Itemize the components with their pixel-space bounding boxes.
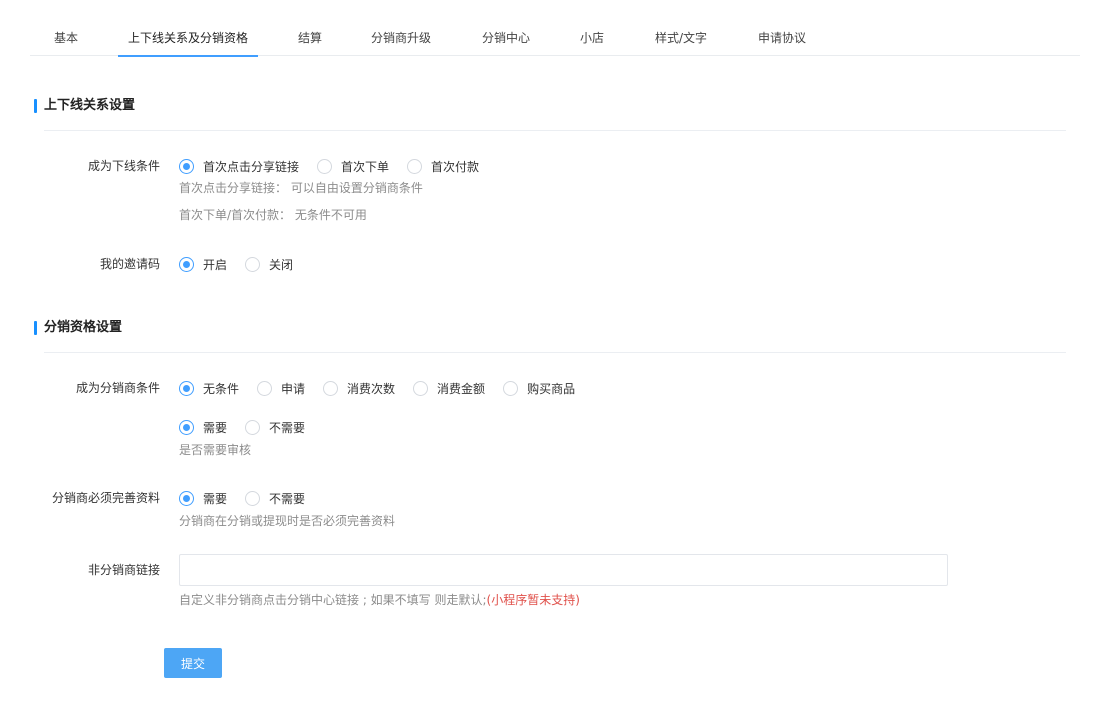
radio-label: 无条件 [203, 381, 240, 396]
submit-button[interactable]: 提交 [164, 648, 222, 678]
tab-settlement[interactable]: 结算 [298, 20, 322, 56]
complete-profile-label: 分销商必须完善资料 [51, 491, 160, 505]
radio-circle-icon [179, 380, 194, 396]
radio-no-condition[interactable]: 无条件 [179, 380, 239, 397]
radio-circle-icon [179, 419, 194, 435]
radio-buy-product[interactable]: 购买商品 [503, 380, 575, 397]
tab-bar: 基本 上下线关系及分销资格 结算 分销商升级 分销中心 小店 样式/文字 申请协… [30, 20, 1080, 57]
radio-circle-icon [179, 158, 194, 174]
radio-circle-icon [317, 158, 333, 174]
complete-profile-radio-group: 需要 不需要 [179, 489, 323, 507]
radio-circle-icon [413, 380, 429, 396]
divider [44, 352, 1066, 353]
distributor-condition-label: 成为分销商条件 [75, 381, 160, 395]
radio-label: 申请 [281, 381, 306, 396]
radio-circle-icon [407, 158, 423, 174]
radio-apply[interactable]: 申请 [257, 380, 305, 397]
section-marker [34, 321, 37, 335]
radio-label: 首次下单 [341, 159, 390, 174]
radio-circle-icon [179, 256, 194, 272]
invite-code-radio-group: 开启 关闭 [179, 255, 311, 273]
tab-distributor-upgrade[interactable]: 分销商升级 [371, 20, 431, 56]
radio-circle-icon [179, 490, 194, 506]
radio-label: 不需要 [269, 420, 306, 435]
downline-help-1: 首次点击分享链接： 可以自由设置分销商条件 [179, 181, 423, 195]
radio-first-click-share[interactable]: 首次点击分享链接 [179, 158, 299, 175]
radio-label: 首次点击分享链接 [203, 159, 300, 174]
tab-relation-qualification[interactable]: 上下线关系及分销资格 [118, 20, 258, 57]
section-title-qualification: 分销资格设置 [34, 319, 122, 337]
radio-label: 需要 [203, 491, 228, 506]
radio-circle-icon [323, 380, 339, 396]
section-title-relation: 上下线关系设置 [34, 97, 135, 115]
radio-profile-required[interactable]: 需要 [179, 490, 227, 507]
help-text: 自定义非分销商点击分销中心链接 ; 如果不填写 则走默认; [179, 593, 487, 607]
non-distributor-link-help: 自定义非分销商点击分销中心链接 ; 如果不填写 则走默认;(小程序暂未支持) [179, 592, 580, 608]
help-warning-text: (小程序暂未支持) [486, 593, 580, 607]
radio-label: 需要 [203, 420, 228, 435]
radio-invite-on[interactable]: 开启 [179, 256, 227, 273]
radio-circle-icon [503, 380, 519, 396]
radio-circle-icon [257, 380, 273, 396]
radio-label: 不需要 [269, 491, 306, 506]
downline-help-2: 首次下单/首次付款： 无条件不可用 [179, 208, 367, 222]
tab-shop[interactable]: 小店 [580, 20, 604, 56]
radio-label: 首次付款 [431, 159, 480, 174]
distributor-condition-radio-group: 无条件 申请 消费次数 消费金额 购买商品 [179, 379, 593, 397]
review-help: 是否需要审核 [179, 443, 252, 457]
divider [44, 130, 1066, 131]
radio-label: 购买商品 [527, 381, 576, 396]
radio-circle-icon [245, 419, 261, 435]
downline-condition-label: 成为下线条件 [87, 159, 160, 173]
radio-label: 消费金额 [437, 381, 486, 396]
radio-purchase-amount[interactable]: 消费金额 [413, 380, 485, 397]
section-title-text: 分销资格设置 [44, 320, 123, 335]
radio-label: 关闭 [269, 257, 294, 272]
radio-purchase-count[interactable]: 消费次数 [323, 380, 395, 397]
radio-review-not-required[interactable]: 不需要 [245, 419, 305, 436]
tab-style-text[interactable]: 样式/文字 [654, 20, 708, 56]
section-marker [34, 99, 37, 113]
section-title-text: 上下线关系设置 [44, 98, 136, 113]
complete-profile-help: 分销商在分销或提现时是否必须完善资料 [179, 514, 396, 528]
non-distributor-link-input[interactable] [179, 554, 948, 586]
radio-circle-icon [245, 490, 261, 506]
tab-basic[interactable]: 基本 [54, 20, 78, 56]
tab-agreement[interactable]: 申请协议 [758, 20, 806, 56]
invite-code-label: 我的邀请码 [99, 257, 160, 271]
tab-distribution-center[interactable]: 分销中心 [482, 20, 530, 56]
radio-review-required[interactable]: 需要 [179, 419, 227, 436]
radio-profile-not-required[interactable]: 不需要 [245, 490, 305, 507]
radio-invite-off[interactable]: 关闭 [245, 256, 293, 273]
radio-first-order[interactable]: 首次下单 [317, 158, 389, 175]
radio-label: 消费次数 [347, 381, 396, 396]
downline-condition-radio-group: 首次点击分享链接 首次下单 首次付款 [179, 157, 497, 175]
radio-label: 开启 [203, 257, 228, 272]
review-radio-group: 需要 不需要 [179, 418, 323, 436]
non-distributor-link-label: 非分销商链接 [87, 563, 160, 577]
radio-first-payment[interactable]: 首次付款 [407, 158, 479, 175]
page: 基本 上下线关系及分销资格 结算 分销商升级 分销中心 小店 样式/文字 申请协… [0, 0, 1095, 712]
radio-circle-icon [245, 256, 261, 272]
